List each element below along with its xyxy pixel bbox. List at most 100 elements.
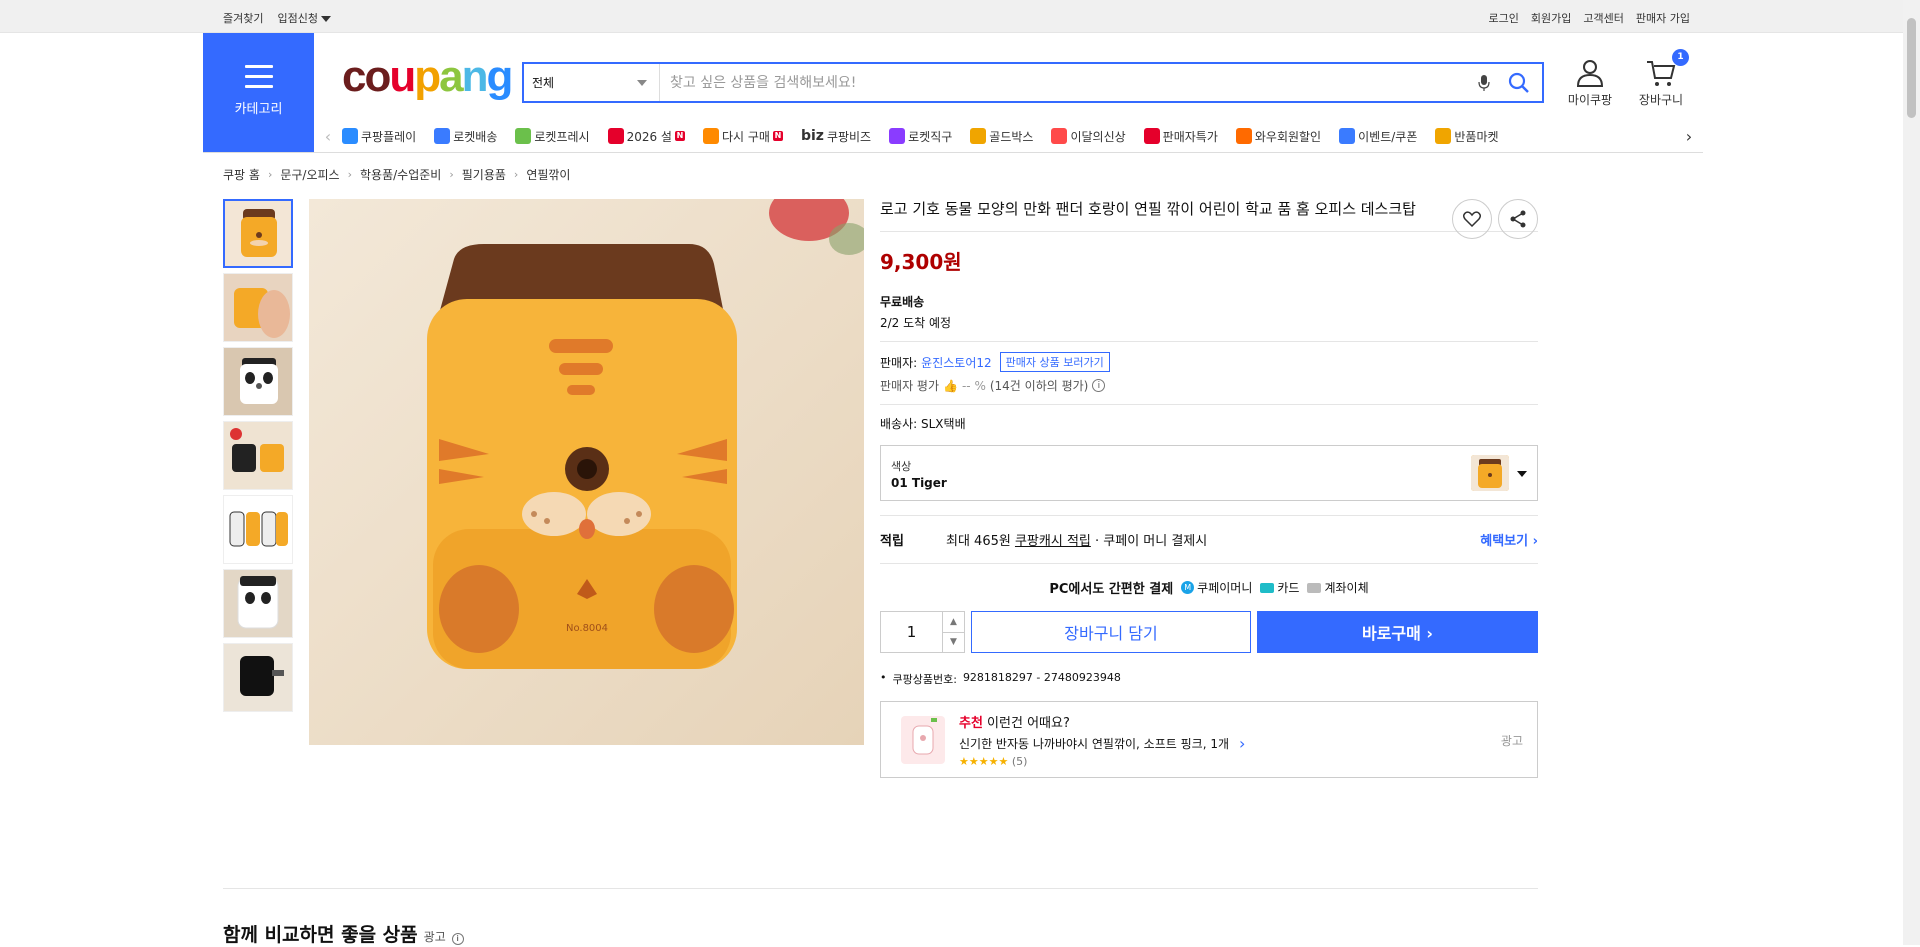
vertical-scrollbar[interactable] (1903, 0, 1920, 945)
thumbs-up-icon: 👍 (943, 378, 958, 393)
thumbnail-list (223, 199, 293, 717)
goldbox-icon (970, 128, 987, 144)
breadcrumb-item[interactable]: 학용품/수업준비 (360, 166, 441, 183)
thumbnail-pair[interactable] (223, 421, 293, 490)
recommend-item-name[interactable]: 신기한 반자동 나까바야시 연필깎이, 소프트 핑크, 1개 (959, 735, 1229, 752)
nav-item-label: 로켓직구 (908, 129, 953, 144)
search-input[interactable] (660, 64, 1472, 101)
title-actions (1452, 199, 1538, 239)
nav-item-label: 쿠팡비즈 (826, 129, 872, 144)
signup-link[interactable]: 회원가입 (1531, 10, 1571, 26)
carrier-row: 배송사: SLX택배 (880, 415, 1538, 432)
microphone-icon[interactable] (1472, 71, 1496, 95)
nav-item-label: 이벤트/쿠폰 (1358, 129, 1418, 144)
cart-icon (1647, 61, 1676, 86)
breadcrumb-item[interactable]: 문구/오피스 (280, 166, 339, 183)
topbar-left: 즐겨찾기 입점신청 (223, 10, 331, 26)
nav-item-label: 판매자특가 (1162, 129, 1218, 144)
pay-method-card: 카드 (1260, 579, 1299, 596)
nav-item-label: 골드박스 (989, 129, 1034, 144)
shipping-title: 무료배송 (880, 295, 925, 309)
chevron-right-icon[interactable]: › (1239, 734, 1245, 753)
add-to-cart-button[interactable]: 장바구니 담기 (971, 611, 1251, 653)
thumbnail-back[interactable] (223, 643, 293, 712)
search-scope-select[interactable]: 전체 (524, 64, 660, 101)
seller-apply-link[interactable]: 입점신청 (277, 10, 331, 26)
search-bar: 전체 (522, 62, 1544, 103)
thumbnail-hand[interactable] (223, 273, 293, 342)
topbar-right: 로그인 회원가입 고객센터 판매자 가입 (1489, 10, 1690, 26)
cart-count-badge: 1 (1672, 49, 1689, 66)
nav-item[interactable]: 로켓프레시 (515, 128, 590, 145)
seller-name-link[interactable]: 윤진스토어12 (921, 354, 991, 371)
nav-item-label: 로켓프레시 (534, 129, 590, 144)
nav-item[interactable]: 로켓직구 (889, 128, 952, 145)
nav-item[interactable]: 반품마켓 (1435, 128, 1499, 145)
product-title: 로고 기호 동물 모양의 만화 팬더 호랑이 연필 깎이 어린이 학교 품 홈 … (880, 200, 1416, 218)
play-icon (342, 128, 358, 144)
option-swatch-image (1471, 455, 1509, 491)
info-icon[interactable]: i (1092, 379, 1106, 392)
thumbnail-panda-front[interactable] (223, 569, 293, 638)
quantity-down-icon[interactable]: ▼ (943, 633, 964, 653)
globe-icon (889, 128, 906, 144)
nav-item-label: 2026 설 (626, 129, 672, 144)
biz-prefix: biz (800, 128, 824, 144)
nav-items: 쿠팡플레이 로켓배송 로켓프레시 2026 설 N 다시 구매 N biz 쿠팡비즈 로켓직구 골드… (342, 128, 1675, 145)
nav-next-icon[interactable]: › (1675, 127, 1703, 146)
buy-now-button[interactable]: 바로구매 › (1257, 611, 1538, 653)
benefits-link[interactable]: 혜택보기 › (1480, 530, 1538, 549)
product-info: 로고 기호 동물 모양의 만화 팬더 호랑이 연필 깎이 어린이 학교 품 홈 … (880, 199, 1538, 778)
nav-item[interactable]: 골드박스 (970, 128, 1033, 145)
svg-text:No.8004: No.8004 (566, 623, 608, 634)
nav-item[interactable]: 2026 설N (607, 128, 685, 145)
nav-item[interactable]: 쿠팡플레이 (342, 128, 416, 145)
nav-item[interactable]: 이벤트/쿠폰 (1339, 128, 1417, 145)
coupang-logo[interactable]: coupang (342, 52, 513, 102)
rocket-fresh-icon (515, 128, 532, 144)
nav-item[interactable]: 와우회원할인 (1235, 128, 1321, 145)
customer-center-link[interactable]: 고객센터 (1583, 10, 1623, 26)
nav-item[interactable]: 로켓배송 (434, 128, 497, 145)
breadcrumb-item[interactable]: 필기용품 (462, 166, 506, 183)
seller-products-button[interactable]: 판매자 상품 보러가기 (999, 352, 1110, 372)
thumbnail-four[interactable] (223, 495, 293, 564)
logo-letter: n (461, 52, 489, 101)
scrollbar-thumb[interactable] (1907, 18, 1916, 118)
search-icon[interactable] (1504, 68, 1534, 98)
nav-item[interactable]: 이달의신상 (1051, 128, 1126, 145)
nav-item[interactable]: 다시 구매 N (702, 128, 783, 145)
my-coupang-button[interactable]: 마이쿠팡 (1560, 58, 1620, 108)
info-icon[interactable]: i (451, 932, 464, 945)
wishlist-button[interactable] (1452, 199, 1492, 239)
quantity-input[interactable]: 1 (881, 612, 942, 652)
login-link[interactable]: 로그인 (1489, 10, 1519, 26)
seller-signup-link[interactable]: 판매자 가입 (1636, 10, 1690, 26)
logo-letter: p (414, 52, 441, 101)
pay-method-label: 카드 (1277, 581, 1300, 595)
quantity-up-icon[interactable]: ▲ (943, 612, 964, 633)
category-button[interactable]: 카테고리 (203, 33, 314, 152)
reward-link[interactable]: 쿠팡캐시 적립 (1015, 530, 1091, 549)
product-code-value: 9281818297 - 27480923948 (962, 671, 1121, 684)
nav-item[interactable]: 판매자특가 (1143, 128, 1218, 145)
nav-item[interactable]: biz 쿠팡비즈 (801, 128, 871, 145)
breadcrumb-item[interactable]: 쿠팡 홈 (223, 166, 260, 183)
compare-section-title: 함께 비교하면 좋을 상품 광고 i (223, 920, 464, 947)
product-main-image[interactable]: No.8004 (309, 199, 864, 745)
seller-label: 판매자: (880, 355, 918, 370)
logo-letter: c (342, 52, 367, 101)
thumbnail-tiger[interactable] (223, 199, 293, 268)
breadcrumb-item[interactable]: 연필깎이 (526, 166, 570, 183)
product-code-row: • 쿠팡상품번호: 9281818297 - 27480923948 (880, 671, 1538, 687)
share-button[interactable] (1498, 199, 1538, 239)
logo-letter: o (364, 52, 391, 101)
favorites-link[interactable]: 즐겨찾기 (223, 10, 263, 26)
recommend-card[interactable]: 추천 이런건 어때요? 신기한 반자동 나까바야시 연필깎이, 소프트 핑크, … (880, 701, 1538, 778)
caret-down-icon (320, 16, 331, 22)
color-option-select[interactable]: 색상 01 Tiger (880, 445, 1538, 501)
cart-button[interactable]: 1 장바구니 (1631, 49, 1691, 108)
cart-label: 장바구니 (1638, 93, 1684, 107)
thumbnail-panda[interactable] (223, 347, 293, 416)
nav-prev-icon[interactable]: ‹ (314, 127, 342, 146)
